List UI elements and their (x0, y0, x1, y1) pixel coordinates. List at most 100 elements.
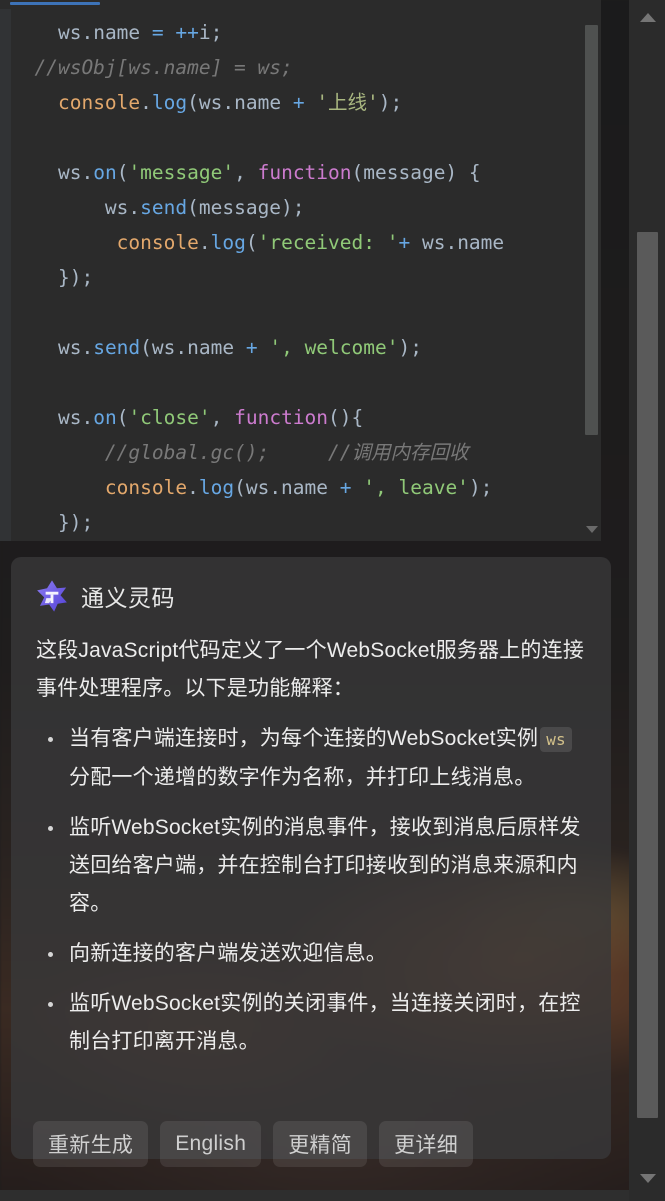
ai-panel-body: 这段JavaScript代码定义了一个WebSocket服务器上的连接事件处理程… (11, 613, 611, 1061)
editor-scrollbar-thumb[interactable] (585, 25, 598, 435)
more-detailed-button[interactable]: 更详细 (379, 1121, 473, 1167)
code-token: i; (198, 21, 223, 44)
code-token: console (57, 91, 141, 114)
tongyi-lingma-logo-icon (37, 580, 67, 612)
ai-bullet-list: 当有客户端连接时，为每个连接的WebSocket实例 ws分配一个递增的数字作为名… (36, 720, 585, 1061)
english-button[interactable]: English (160, 1121, 262, 1167)
bullet-text: 向新连接的客户端发送欢迎信息。 (69, 942, 387, 965)
code-token: '上线' (316, 91, 379, 114)
code-token: send (93, 336, 141, 359)
inline-code-badge: ws (540, 727, 572, 752)
code-line: console.log(ws.name + ', leave'); (11, 470, 582, 505)
ai-intro-paragraph: 这段JavaScript代码定义了一个WebSocket服务器上的连接事件处理程… (36, 639, 585, 700)
code-token: function (234, 406, 329, 429)
code-token: log (198, 476, 235, 499)
window-bottom-strip (0, 1190, 629, 1201)
ide-window: ws.name = ++i; //wsObj[ws.name] = ws; co… (0, 0, 665, 1201)
more-concise-button[interactable]: 更精简 (273, 1121, 368, 1167)
editor-code-content[interactable]: ws.name = ++i; //wsObj[ws.name] = ws; co… (11, 9, 582, 541)
code-token: function (257, 161, 352, 184)
ai-bullet-item: 向新连接的客户端发送欢迎信息。 (36, 935, 585, 973)
ai-assistant-panel: 通义灵码 这段JavaScript代码定义了一个WebSocket服务器上的连接… (11, 557, 611, 1159)
code-token: (ws.name (140, 336, 246, 359)
regenerate-button[interactable]: 重新生成 (33, 1121, 149, 1167)
code-token: . (140, 91, 152, 114)
code-token: + (245, 336, 258, 359)
bullet-text: 监听WebSocket实例的消息事件，接收到消息后原样发送回给客户端，并在控制台… (69, 816, 581, 915)
code-token: ', welcome' (269, 336, 399, 359)
code-token: console (104, 476, 188, 499)
active-tab-indicator[interactable] (10, 2, 100, 5)
code-token: log (210, 231, 246, 254)
code-token: + (292, 91, 305, 114)
code-token: ( (116, 161, 129, 184)
window-scrollbar-thumb[interactable] (637, 232, 658, 1118)
chevron-up-icon[interactable] (640, 13, 656, 22)
code-token: + (398, 231, 411, 254)
code-line: ws.send(ws.name + ', welcome'); (11, 330, 582, 365)
code-token: console (116, 231, 199, 254)
code-line: ws.on('message', function(message) { (11, 155, 582, 190)
editor-tab-strip (0, 0, 601, 9)
code-token: ws.name (410, 231, 505, 254)
code-token: ', leave' (363, 476, 469, 499)
code-token: . (128, 196, 141, 219)
code-token: ( (245, 231, 258, 254)
code-line: ws.name = ++i; (11, 15, 582, 50)
code-token: = (151, 21, 164, 44)
code-line: //global.gc(); //调用内存回收 (11, 435, 582, 470)
ai-panel-title: 通义灵码 (81, 585, 175, 611)
code-token: name (93, 21, 141, 44)
code-line: //wsObj[ws.name] = ws; (11, 50, 582, 85)
code-token: (){ (328, 406, 364, 429)
bullet-text: 分配一个递增的数字作为名称，并打印上线消息。 (69, 766, 536, 789)
ai-bullet-item: 监听WebSocket实例的关闭事件，当连接关闭时，在控制台打印离开消息。 (36, 985, 585, 1061)
code-token: , (210, 406, 235, 429)
code-line: }); (11, 505, 582, 540)
code-token: //global.gc(); //调用内存回收 (11, 441, 469, 464)
code-token: }); (11, 266, 94, 289)
ai-bullet-item: 当有客户端连接时，为每个连接的WebSocket实例 ws分配一个递增的数字作为名… (36, 720, 585, 797)
code-token: 'close' (128, 406, 211, 429)
code-token: on (93, 406, 117, 429)
ai-action-bar: 重新生成 English 更精简 更详细 (11, 1121, 473, 1167)
code-line: ws.send(message); (11, 190, 582, 225)
code-token: log (151, 91, 188, 114)
window-vertical-scrollbar[interactable] (629, 0, 665, 1201)
code-token: ++ (175, 21, 199, 44)
code-token: ws (57, 21, 82, 44)
bullet-text: 监听WebSocket实例的关闭事件，当连接关闭时，在控制台打印离开消息。 (69, 992, 581, 1053)
code-token: . (198, 231, 211, 254)
code-token: }); (11, 511, 94, 534)
code-line: console.log('received: '+ ws.name (11, 225, 582, 260)
code-token: 'message' (128, 161, 235, 184)
code-line: ws.on('close', function(){ (11, 400, 582, 435)
editor-vertical-scrollbar[interactable] (582, 9, 601, 541)
code-token: ); (398, 336, 422, 359)
code-token: (ws.name (187, 91, 293, 114)
ai-bullet-item: 监听WebSocket实例的消息事件，接收到消息后原样发送回给客户端，并在控制台… (36, 809, 585, 923)
code-token: ws (104, 196, 129, 219)
code-token: , (234, 161, 258, 184)
chevron-down-icon[interactable] (640, 1174, 656, 1183)
code-token: ws (57, 336, 82, 359)
code-token: + (339, 476, 352, 499)
code-token: . (81, 406, 94, 429)
code-line: console.log(ws.name + '上线'); (11, 85, 582, 120)
code-token: //wsObj[ws.name] = ws; (11, 56, 293, 79)
code-token: 'received: ' (257, 231, 399, 254)
editor-gutter (0, 9, 11, 541)
chevron-down-icon[interactable] (586, 526, 598, 533)
code-editor[interactable]: ws.name = ++i; //wsObj[ws.name] = ws; co… (0, 9, 601, 541)
